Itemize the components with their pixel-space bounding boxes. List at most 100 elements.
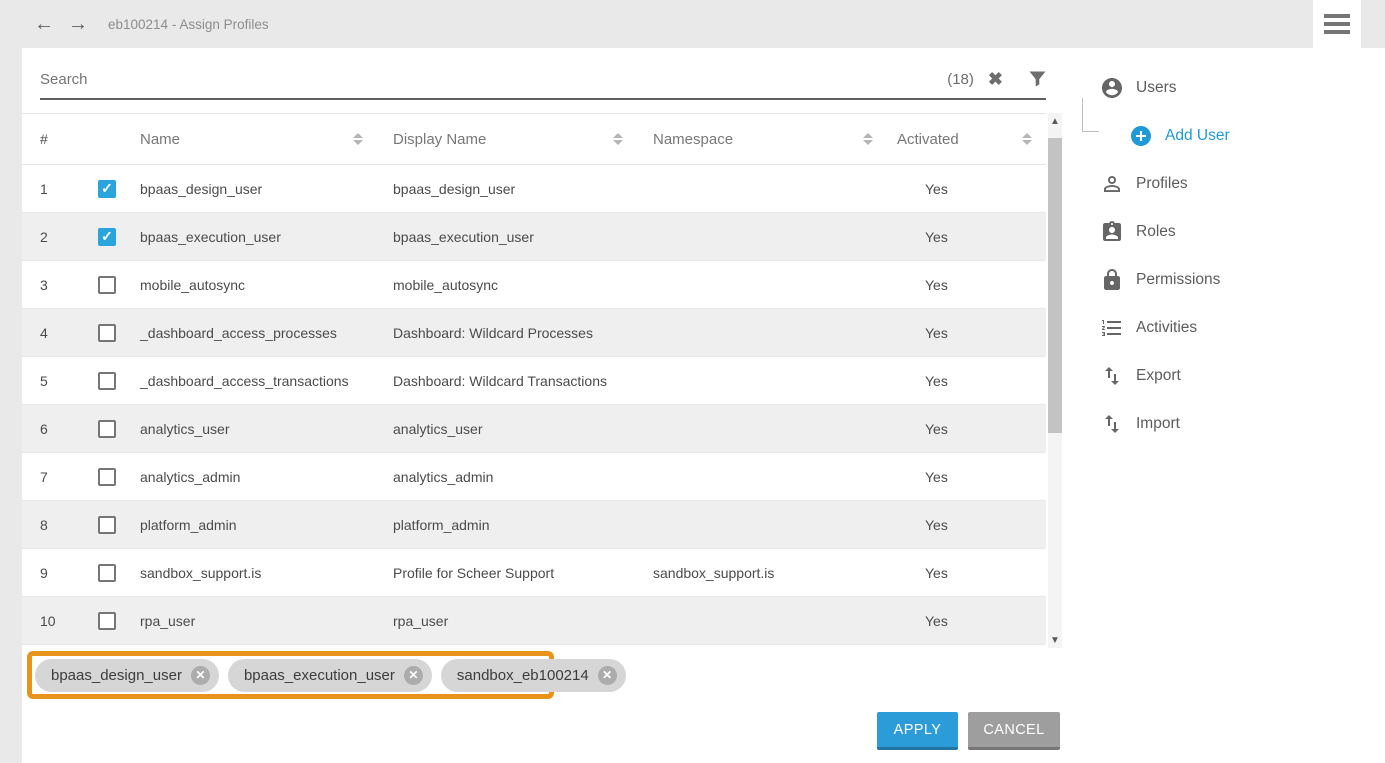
row-checkbox[interactable] xyxy=(98,371,116,390)
cell-name: _dashboard_access_processes xyxy=(140,324,337,341)
sidebar-item-import[interactable]: Import xyxy=(1100,400,1320,448)
row-checkbox[interactable] xyxy=(98,275,116,294)
sort-icon[interactable] xyxy=(1022,133,1032,145)
cell-name: _dashboard_access_transactions xyxy=(140,372,349,389)
cell-display-name: Profile for Scheer Support xyxy=(393,564,555,581)
hamburger-bar xyxy=(1324,14,1350,18)
sidebar-item-users[interactable]: Users xyxy=(1100,64,1320,112)
row-checkbox[interactable] xyxy=(98,515,116,534)
search-input[interactable] xyxy=(40,70,948,88)
cell-activated: Yes xyxy=(925,468,948,485)
chip-remove-icon[interactable]: ✕ xyxy=(190,665,210,685)
selected-profiles-highlight: bpaas_design_user ✕ bpaas_execution_user… xyxy=(27,651,626,699)
cancel-button[interactable]: CANCEL xyxy=(968,712,1060,750)
cell-display-name: Dashboard: Wildcard Transactions xyxy=(393,372,607,389)
cell-activated: Yes xyxy=(925,564,948,581)
chip-label: sandbox_eb100214 xyxy=(456,666,589,684)
cell-display-name: bpaas_execution_user xyxy=(393,228,534,245)
column-header-name: Name xyxy=(124,131,377,148)
table-row: 1 bpaas_design_user bpaas_design_user Ye… xyxy=(22,165,1046,213)
hamburger-bar xyxy=(1324,22,1350,26)
cell-name: sandbox_support.is xyxy=(140,564,262,581)
row-number: 1 xyxy=(40,180,48,197)
row-checkbox[interactable] xyxy=(98,227,116,246)
profile-chip: bpaas_execution_user ✕ xyxy=(227,658,432,692)
row-number: 4 xyxy=(40,324,48,341)
sort-icon[interactable] xyxy=(613,133,623,145)
import-export-icon xyxy=(1100,364,1124,388)
badge-icon xyxy=(1100,220,1124,244)
person-icon xyxy=(1100,172,1124,196)
scroll-up-icon[interactable]: ▲ xyxy=(1048,113,1062,129)
row-number: 2 xyxy=(40,228,48,245)
table-header: # Name Display Name Namespace Activated xyxy=(22,113,1046,165)
cell-name: analytics_user xyxy=(140,420,230,437)
profiles-table: # Name Display Name Namespace Activated … xyxy=(22,113,1046,645)
sidebar-item-roles[interactable]: Roles xyxy=(1100,208,1320,256)
cell-activated: Yes xyxy=(925,516,948,533)
cell-namespace: sandbox_support.is xyxy=(653,564,775,581)
table-row: 8 platform_admin platform_admin Yes xyxy=(22,501,1046,549)
table-scrollbar[interactable]: ▲ ▼ xyxy=(1048,113,1062,648)
column-header-num: # xyxy=(40,131,48,147)
sort-icon[interactable] xyxy=(863,133,873,145)
hamburger-bar xyxy=(1324,30,1350,34)
row-number: 3 xyxy=(40,276,48,293)
result-count: (18) xyxy=(947,70,974,88)
forward-arrow-icon[interactable]: → xyxy=(68,14,88,34)
sidebar: Users Add User Profiles Roles Permission… xyxy=(1082,64,1320,448)
back-arrow-icon[interactable]: ← xyxy=(34,14,54,34)
tree-connector xyxy=(1082,98,1099,132)
sidebar-item-activities[interactable]: Activities xyxy=(1100,304,1320,352)
filter-icon[interactable] xyxy=(1029,71,1046,87)
column-header-display-name: Display Name xyxy=(377,131,637,148)
cell-activated: Yes xyxy=(925,276,948,293)
table-body: 1 bpaas_design_user bpaas_design_user Ye… xyxy=(22,165,1046,645)
sidebar-item-export[interactable]: Export xyxy=(1100,352,1320,400)
cell-display-name: mobile_autosync xyxy=(393,276,499,293)
cell-name: bpaas_design_user xyxy=(140,180,263,197)
row-number: 6 xyxy=(40,420,48,437)
profile-chip: bpaas_design_user ✕ xyxy=(35,658,219,692)
table-row: 5 _dashboard_access_transactions Dashboa… xyxy=(22,357,1046,405)
chip-label: bpaas_execution_user xyxy=(243,666,395,684)
sidebar-item-permissions[interactable]: Permissions xyxy=(1100,256,1320,304)
sidebar-item-add-user[interactable]: Add User xyxy=(1082,98,1320,160)
cell-activated: Yes xyxy=(925,420,948,437)
table-row: 7 analytics_admin analytics_admin Yes xyxy=(22,453,1046,501)
scroll-down-icon[interactable]: ▼ xyxy=(1048,632,1062,648)
scrollbar-thumb[interactable] xyxy=(1048,138,1062,433)
row-checkbox[interactable] xyxy=(98,563,116,582)
table-row: 10 rpa_user rpa_user Yes xyxy=(22,597,1046,645)
cell-display-name: bpaas_design_user xyxy=(393,180,516,197)
row-number: 8 xyxy=(40,516,48,533)
cell-activated: Yes xyxy=(925,180,948,197)
sort-icon[interactable] xyxy=(353,133,363,145)
table-row: 6 analytics_user analytics_user Yes xyxy=(22,405,1046,453)
user-circle-icon xyxy=(1100,76,1124,100)
row-checkbox[interactable] xyxy=(98,467,116,486)
row-checkbox[interactable] xyxy=(98,179,116,198)
cell-name: rpa_user xyxy=(140,612,196,629)
row-number: 5 xyxy=(40,372,48,389)
cell-activated: Yes xyxy=(925,612,948,629)
sidebar-item-profiles[interactable]: Profiles xyxy=(1100,160,1320,208)
add-circle-icon xyxy=(1129,124,1153,148)
row-checkbox[interactable] xyxy=(98,419,116,438)
apply-button[interactable]: APPLY xyxy=(877,712,958,750)
row-checkbox[interactable] xyxy=(98,611,116,630)
chip-remove-icon[interactable]: ✕ xyxy=(597,665,617,685)
cell-display-name: analytics_user xyxy=(393,420,483,437)
chip-remove-icon[interactable]: ✕ xyxy=(403,665,423,685)
cell-display-name: Dashboard: Wildcard Processes xyxy=(393,324,593,341)
cell-display-name: analytics_admin xyxy=(393,468,494,485)
cell-activated: Yes xyxy=(925,324,948,341)
numbered-list-icon xyxy=(1100,316,1124,340)
hamburger-menu-icon[interactable] xyxy=(1313,0,1361,48)
clear-search-icon[interactable]: ✖ xyxy=(988,70,1003,88)
cell-display-name: rpa_user xyxy=(393,612,449,629)
topbar: ← → eb100214 - Assign Profiles xyxy=(0,0,1385,48)
row-checkbox[interactable] xyxy=(98,323,116,342)
row-number: 9 xyxy=(40,564,48,581)
cell-activated: Yes xyxy=(925,228,948,245)
